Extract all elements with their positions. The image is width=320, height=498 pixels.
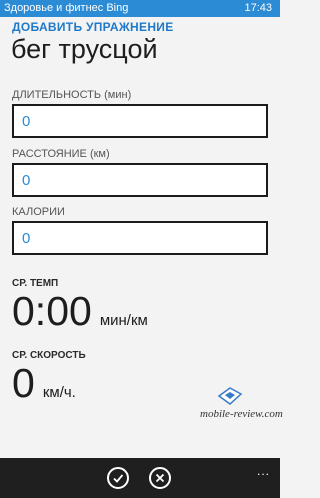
clock: 17:43 xyxy=(244,2,272,14)
speed-value: 0 xyxy=(12,360,35,406)
page-title: бег трусцой xyxy=(11,34,158,64)
save-button[interactable] xyxy=(107,467,129,489)
app-name: Здоровье и фитнес Bing xyxy=(4,2,129,14)
more-options-button[interactable]: ... xyxy=(257,464,270,478)
checkmark-icon xyxy=(113,474,124,483)
speed-value-row: 0 км/ч. xyxy=(12,360,76,407)
cancel-button[interactable] xyxy=(149,467,171,489)
calories-field[interactable] xyxy=(12,221,268,255)
watermark-text: mobile-review.com xyxy=(200,408,283,420)
pace-value: 0:00 xyxy=(12,288,92,334)
watermark: mobile-review.com xyxy=(200,386,283,420)
close-icon xyxy=(155,473,165,483)
pace-unit: мин/км xyxy=(99,312,148,329)
distance-input[interactable] xyxy=(14,165,266,195)
pace-value-row: 0:00 мин/км xyxy=(12,288,148,335)
duration-input[interactable] xyxy=(14,106,266,136)
distance-label: РАССТОЯНИЕ (км) xyxy=(12,148,110,160)
duration-label: ДЛИТЕЛЬНОСТЬ (мин) xyxy=(12,89,132,101)
calories-label: КАЛОРИИ xyxy=(12,206,65,218)
app-bar: ... xyxy=(0,458,280,498)
duration-field[interactable] xyxy=(12,104,268,138)
status-bar: Здоровье и фитнес Bing 17:43 xyxy=(0,0,280,17)
speed-unit: км/ч. xyxy=(42,384,76,401)
section-header: ДОБАВИТЬ УПРАЖНЕНИЕ xyxy=(12,20,174,34)
distance-field[interactable] xyxy=(12,163,268,197)
calories-input[interactable] xyxy=(14,223,266,253)
mobile-review-logo-icon xyxy=(217,387,243,405)
